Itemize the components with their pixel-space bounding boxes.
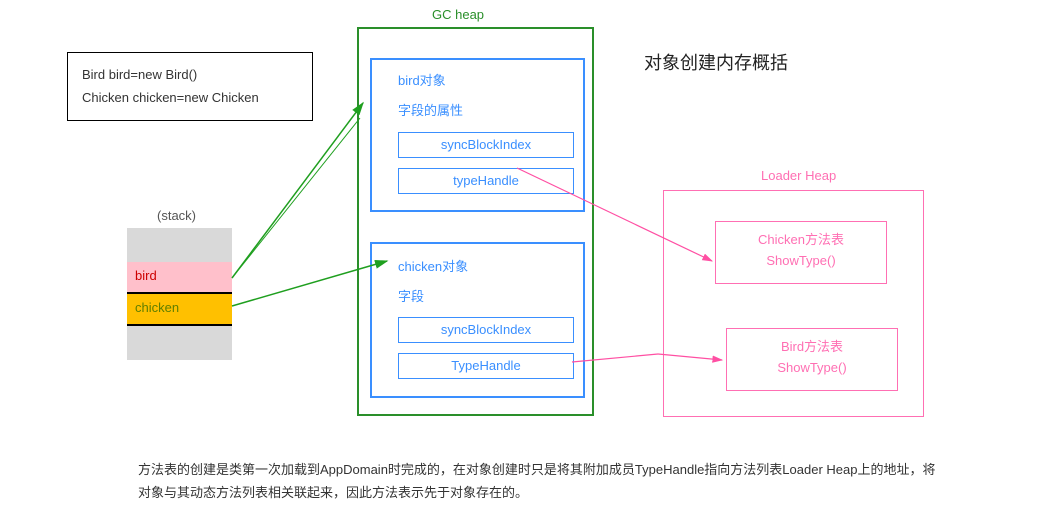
bird-object-box: bird对象 字段的属性 syncBlockIndex typeHandle xyxy=(370,58,585,212)
chicken-fields-label: 字段 xyxy=(398,286,424,305)
bird-method-table: Bird方法表 ShowType() xyxy=(726,328,898,391)
stack-label: (stack) xyxy=(157,208,196,223)
loader-heap: Chicken方法表 ShowType() Bird方法表 ShowType() xyxy=(663,190,924,417)
chicken-syncblockindex: syncBlockIndex xyxy=(398,317,574,343)
arrow-bird-to-obj-aux xyxy=(232,118,360,278)
bird-syncblockindex: syncBlockIndex xyxy=(398,132,574,158)
chicken-object-label: chicken对象 xyxy=(398,256,468,275)
chicken-object-box: chicken对象 字段 syncBlockIndex TypeHandle xyxy=(370,242,585,398)
gc-heap-title: GC heap xyxy=(432,7,484,22)
bird-object-label: bird对象 xyxy=(398,70,446,89)
stack-var-bird: bird xyxy=(127,262,232,292)
code-box: Bird bird=new Bird() Chicken chicken=new… xyxy=(67,52,313,121)
code-line-1: Bird bird=new Bird() xyxy=(82,63,298,86)
bird-typehandle: typeHandle xyxy=(398,168,574,194)
arrow-bird-to-obj xyxy=(232,103,363,278)
bird-fields-label: 字段的属性 xyxy=(398,100,463,119)
chicken-typehandle: TypeHandle xyxy=(398,353,574,379)
chicken-mt-line2: ShowType() xyxy=(716,251,886,272)
chicken-mt-line1: Chicken方法表 xyxy=(716,230,886,251)
stack-var-chicken: chicken xyxy=(127,292,232,326)
chicken-method-table: Chicken方法表 ShowType() xyxy=(715,221,887,284)
page-title: 对象创建内存概括 xyxy=(644,49,788,75)
bird-mt-line1: Bird方法表 xyxy=(727,337,897,358)
footer-text: 方法表的创建是类第一次加载到AppDomain时完成的，在对象创建时只是将其附加… xyxy=(138,458,948,505)
stack: bird chicken xyxy=(127,228,232,360)
stack-pad-top xyxy=(127,228,232,262)
loader-heap-title: Loader Heap xyxy=(761,168,836,183)
code-line-2: Chicken chicken=new Chicken xyxy=(82,86,298,109)
gc-heap: bird对象 字段的属性 syncBlockIndex typeHandle c… xyxy=(357,27,594,416)
stack-pad-bottom xyxy=(127,326,232,360)
bird-mt-line2: ShowType() xyxy=(727,358,897,379)
